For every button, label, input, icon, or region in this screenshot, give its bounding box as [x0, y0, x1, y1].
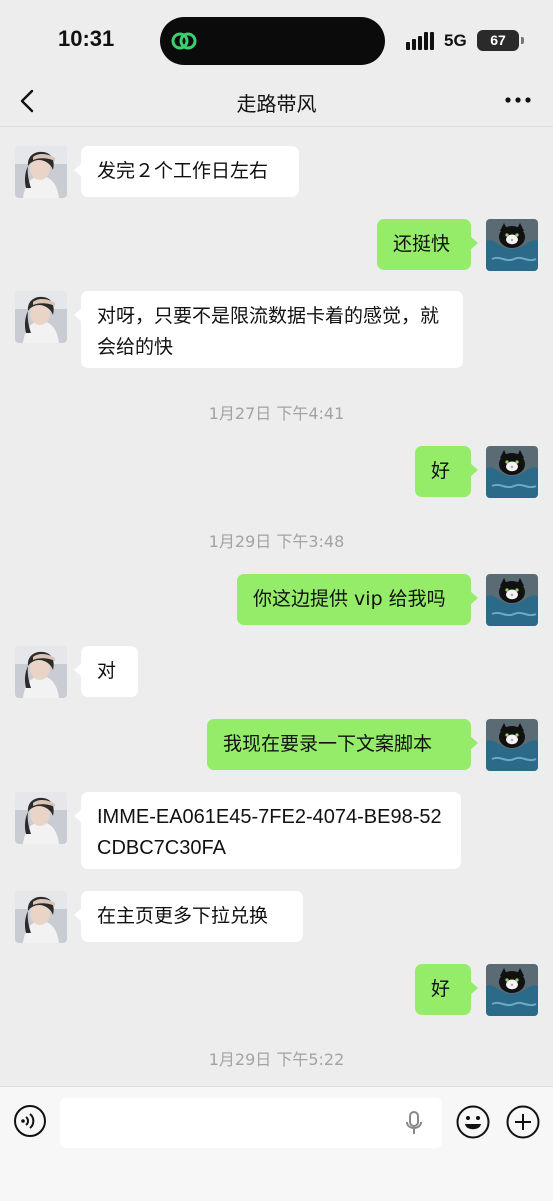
voice-icon[interactable]: [13, 1104, 47, 1138]
message-input[interactable]: [60, 1098, 442, 1148]
signal-icon: [406, 32, 434, 50]
network-type: 5G: [444, 31, 467, 50]
contact-avatar[interactable]: [15, 646, 67, 698]
message-text: 我现在要录一下文案脚本: [223, 733, 433, 755]
chat-header: 走路带风: [0, 80, 553, 127]
chat-title: 走路带风: [236, 92, 317, 116]
message-bubble-received[interactable]: 对呀，只要不是限流数据卡着的感觉，就会给的快: [74, 291, 463, 368]
mic-icon[interactable]: [404, 1110, 424, 1136]
contact-avatar[interactable]: [15, 891, 67, 943]
message-bubble-sent[interactable]: 好: [415, 964, 478, 1015]
contact-avatar[interactable]: [15, 291, 67, 343]
message-text: 发完２个工作日左右: [97, 160, 269, 182]
message-bubble-received[interactable]: 对: [74, 646, 138, 697]
message-text: 对: [97, 660, 117, 682]
plus-icon[interactable]: [505, 1104, 541, 1140]
message-text: IMME-EA061E45-7FE2-4074-BE98-52CDBC7C30F…: [97, 806, 442, 859]
message-bubble-sent[interactable]: 我现在要录一下文案脚本: [207, 719, 478, 770]
message-bubble-sent[interactable]: 你这边提供 vip 给我吗: [237, 574, 478, 625]
message-timestamp: 1月29日 下午5:22: [208, 1050, 345, 1069]
message-text: 好: [431, 978, 451, 1000]
status-bar: 10:31 5G 67: [0, 0, 553, 80]
message-bubble-sent[interactable]: 还挺快: [377, 219, 478, 270]
message-text: 你这边提供 vip 给我吗: [253, 588, 446, 610]
message-text: 对呀，只要不是限流数据卡着的感觉，就会给的快: [97, 305, 440, 358]
chat-input-bar: [0, 1086, 553, 1201]
contact-avatar[interactable]: [15, 792, 67, 844]
message-text: 还挺快: [393, 233, 451, 255]
more-dots-icon[interactable]: [504, 90, 532, 110]
message-bubble-received[interactable]: IMME-EA061E45-7FE2-4074-BE98-52CDBC7C30F…: [74, 792, 461, 869]
wechat-link-icon: [171, 32, 197, 50]
user-avatar[interactable]: [486, 719, 538, 771]
user-avatar[interactable]: [486, 446, 538, 498]
message-bubble-received[interactable]: 发完２个工作日左右: [74, 146, 299, 197]
message-timestamp: 1月27日 下午4:41: [208, 404, 345, 423]
contact-avatar[interactable]: [15, 146, 67, 198]
user-avatar[interactable]: [486, 964, 538, 1016]
battery-level: 67: [490, 32, 506, 48]
message-bubble-sent[interactable]: 好: [415, 446, 478, 497]
emoji-icon[interactable]: [455, 1104, 491, 1140]
message-text: 好: [431, 460, 451, 482]
message-timestamp: 1月29日 下午3:48: [208, 532, 345, 551]
dynamic-island: [160, 17, 385, 65]
message-text: 在主页更多下拉兑换: [97, 905, 269, 927]
user-avatar[interactable]: [486, 574, 538, 626]
battery-icon: 67: [477, 30, 524, 51]
user-avatar[interactable]: [486, 219, 538, 271]
status-time: 10:31: [58, 26, 115, 51]
message-bubble-received[interactable]: 在主页更多下拉兑换: [74, 891, 303, 942]
